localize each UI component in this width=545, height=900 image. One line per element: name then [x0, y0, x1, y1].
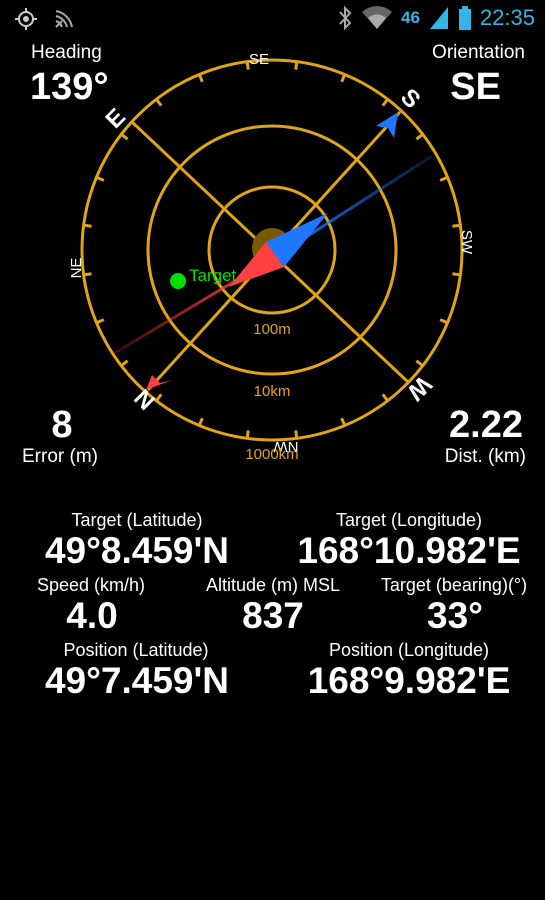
ring-label-100m: 100m — [253, 321, 291, 338]
intercardinal-se: SE — [249, 51, 269, 68]
position-lon-label: Position (Longitude) — [328, 640, 490, 660]
network-type: 46 — [401, 8, 420, 27]
error-label: Error (m) — [22, 446, 98, 467]
clock: 22:35 — [479, 5, 535, 30]
position-lat-label: Position (Latitude) — [63, 640, 209, 660]
tick-mark — [340, 73, 347, 83]
position-lon-value: 168°9.982'E — [307, 660, 511, 701]
tick-mark — [83, 223, 92, 228]
position-lat-value: 49°7.459'N — [44, 660, 230, 701]
altitude-value: 837 — [242, 595, 304, 636]
tick-mark — [415, 359, 424, 367]
gps-icon — [15, 8, 37, 30]
wifi-icon — [362, 6, 393, 29]
broadcast-icon — [55, 10, 73, 28]
error-value: 8 — [51, 404, 73, 446]
bearing-value: 33° — [427, 595, 483, 636]
tick-mark — [452, 272, 461, 277]
bearing-label: Target (bearing)(°) — [380, 575, 528, 595]
tick-mark — [381, 98, 389, 107]
target-lat-value: 49°8.459'N — [44, 530, 230, 571]
signal-icon — [429, 7, 448, 29]
target-dot — [170, 273, 186, 289]
target-lat-label: Target (Latitude) — [71, 510, 203, 530]
status-bar: 46 22:35 — [0, 0, 545, 38]
cardinal-w: W — [401, 370, 436, 405]
target-label: Target — [189, 266, 237, 285]
tick-mark — [245, 430, 250, 439]
speed-value: 4.0 — [66, 595, 118, 636]
intercardinal-ne: NE — [68, 258, 85, 279]
tick-mark — [381, 393, 389, 402]
speed-label: Speed (km/h) — [36, 575, 146, 595]
ring-label-10km: 10km — [254, 383, 291, 400]
cardinal-n: N — [129, 383, 160, 414]
bluetooth-icon — [339, 5, 352, 31]
tick-mark — [439, 318, 449, 325]
distance-value: 2.22 — [449, 404, 523, 446]
tick-mark — [155, 98, 163, 107]
ring-label-1000km: 1000km — [245, 446, 298, 463]
altitude-label: Altitude (m) MSL — [205, 575, 341, 595]
tick-mark — [294, 430, 299, 439]
distance-label: Dist. (km) — [444, 446, 526, 467]
tick-mark — [95, 175, 105, 182]
battery-icon — [458, 6, 471, 30]
target-lon-value: 168°10.982'E — [297, 530, 521, 571]
tick-mark — [95, 318, 105, 325]
tick-mark — [340, 417, 347, 427]
intercardinal-sw: SW — [458, 230, 475, 255]
tick-mark — [415, 133, 424, 141]
tick-mark — [439, 175, 449, 182]
tick-mark — [197, 73, 204, 83]
tick-mark — [452, 223, 461, 228]
tick-mark — [294, 61, 299, 70]
tick-mark — [197, 417, 204, 427]
target-lon-label: Target (Longitude) — [335, 510, 483, 530]
tick-mark — [120, 359, 129, 367]
tick-mark — [120, 133, 129, 141]
